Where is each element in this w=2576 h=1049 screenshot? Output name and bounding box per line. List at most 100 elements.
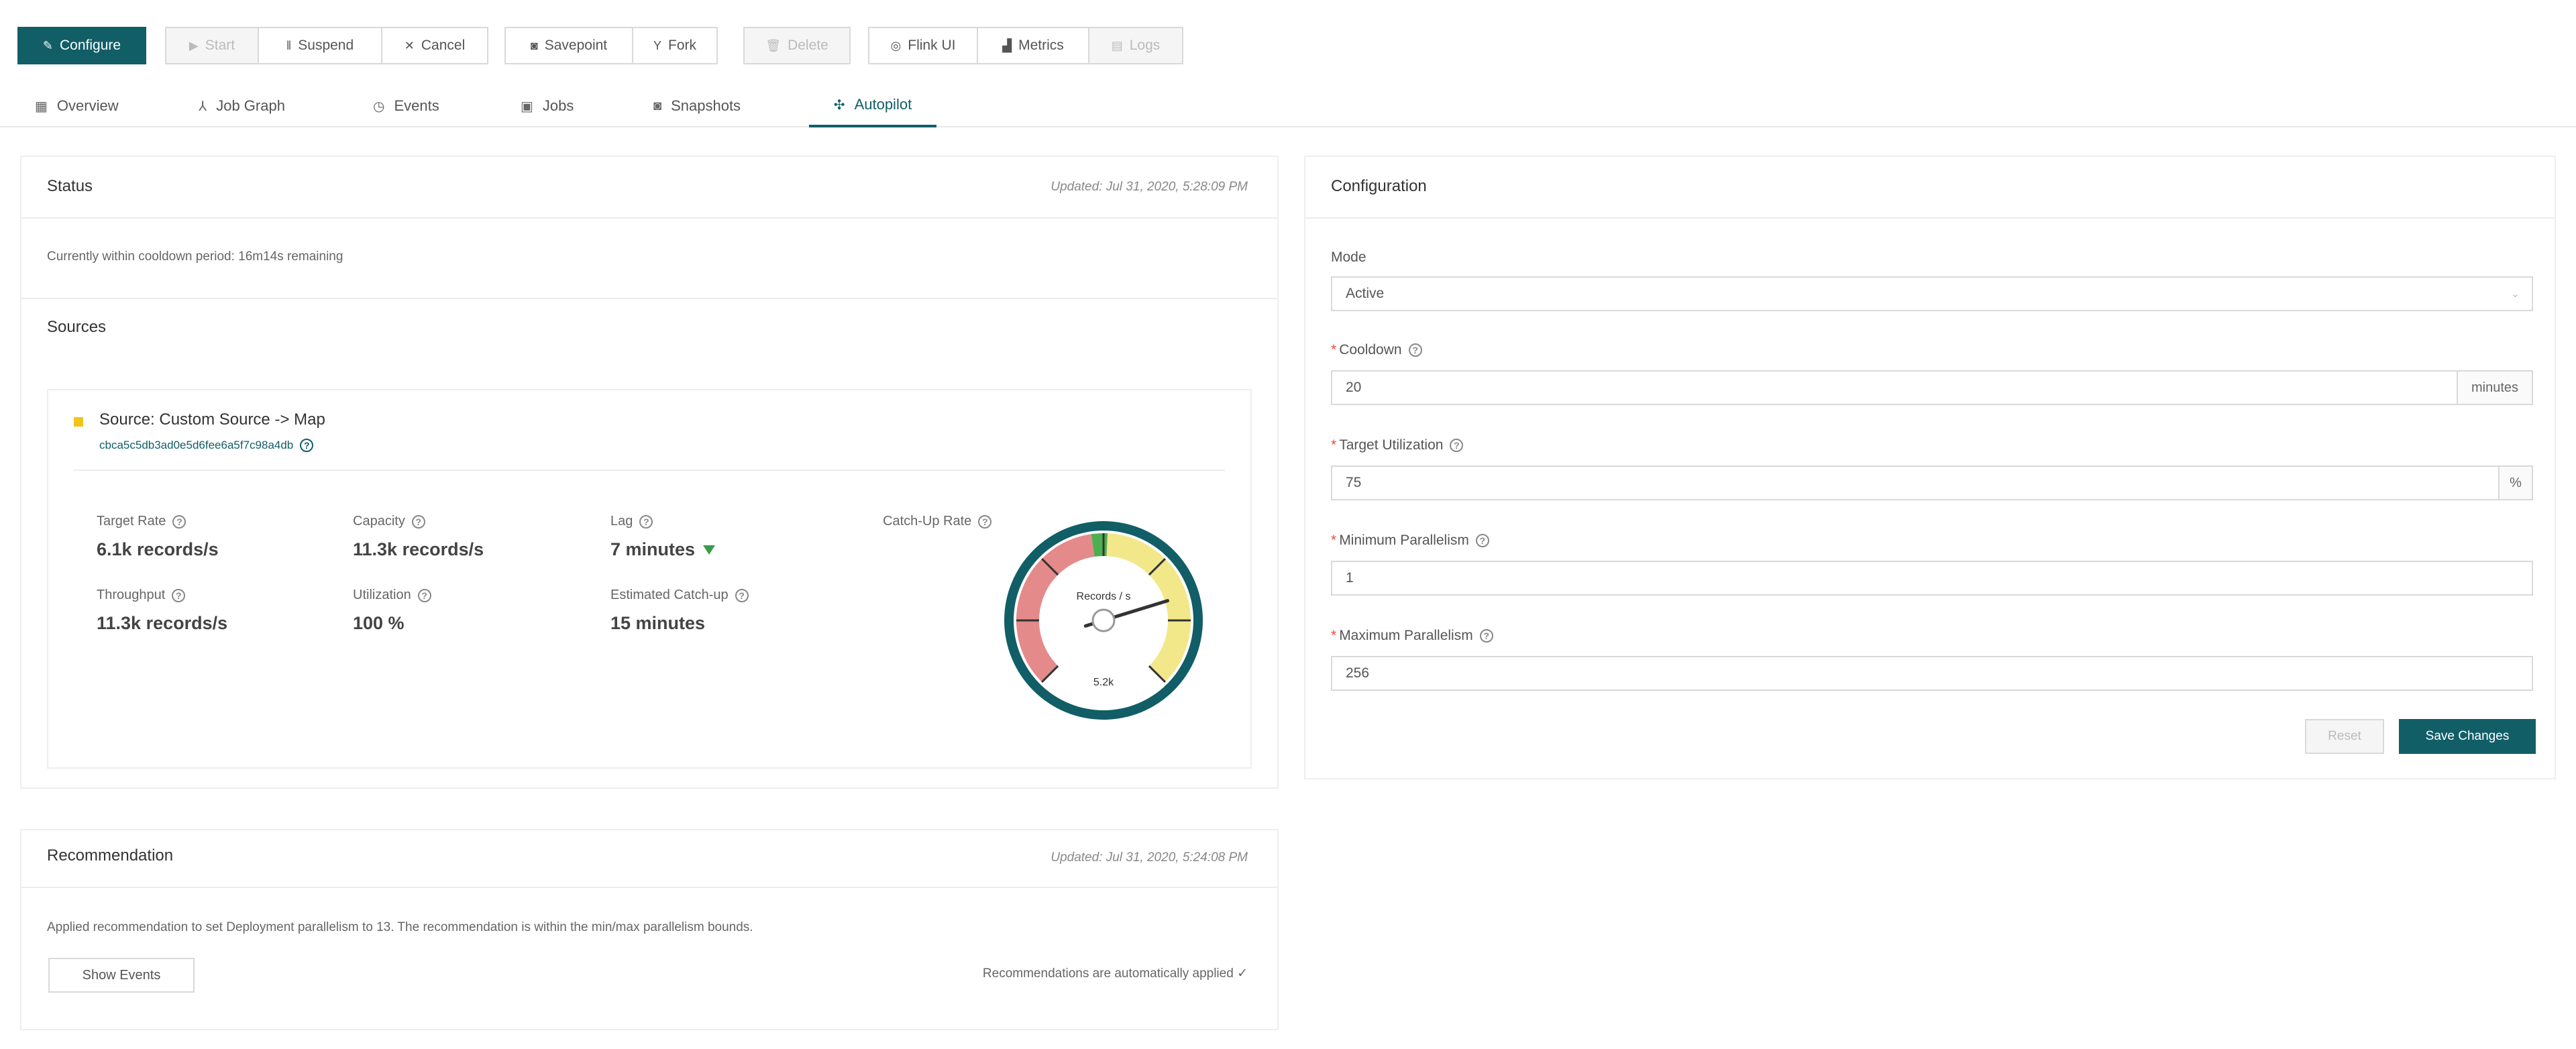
- globe-icon: ◎: [890, 39, 902, 52]
- help-icon[interactable]: ?: [417, 588, 431, 602]
- configure-button[interactable]: ✎ Configure: [17, 27, 146, 64]
- file-icon: ▤: [1111, 39, 1123, 52]
- utilization-label: Utilization?: [353, 588, 431, 603]
- cooldown-unit: minutes: [2457, 370, 2533, 405]
- save-changes-button[interactable]: Save Changes: [2399, 719, 2536, 754]
- source-status-dot: [74, 417, 83, 427]
- trend-down-icon: [703, 545, 716, 555]
- source-panel: Source: Custom Source -> Map cbca5c5db3a…: [47, 389, 1252, 769]
- jobs-icon: ▣: [521, 99, 533, 114]
- help-icon[interactable]: ?: [978, 514, 992, 529]
- help-icon[interactable]: ?: [1475, 534, 1489, 547]
- source-id[interactable]: cbca5c5db3ad0e5d6fee6a5f7c98a4db?: [99, 439, 314, 452]
- fork-icon: Y: [653, 39, 661, 52]
- source-name: Source: Custom Source -> Map: [99, 410, 325, 429]
- tab-autopilot[interactable]: ✣ Autopilot: [809, 85, 936, 127]
- target-rate-value: 6.1k records/s: [97, 539, 219, 559]
- delete-button[interactable]: 🗑 Delete: [743, 27, 851, 64]
- divider: [1305, 217, 2555, 219]
- throughput-label: Throughput?: [97, 588, 186, 603]
- configuration-title: Configuration: [1331, 177, 1427, 195]
- status-card: Status Updated: Jul 31, 2020, 5:28:09 PM…: [20, 156, 1279, 789]
- flink-ui-button[interactable]: ◎ Flink UI: [868, 27, 978, 64]
- mode-label: Mode: [1331, 250, 1366, 265]
- gauge-label: Records / s: [1077, 591, 1131, 602]
- target-utilization-label: * Target Utilization ?: [1331, 437, 1464, 453]
- help-icon[interactable]: ?: [1479, 629, 1493, 643]
- recommendation-updated: Updated: Jul 31, 2020, 5:24:08 PM: [1051, 850, 1248, 865]
- cooldown-label: * Cooldown ?: [1331, 342, 1422, 358]
- fork-button[interactable]: Y Fork: [632, 27, 718, 64]
- divider: [21, 887, 1277, 888]
- tab-snapshots[interactable]: ◙ Snapshots: [653, 85, 741, 127]
- gauge-value: 5.2k: [1093, 677, 1114, 688]
- help-icon[interactable]: ?: [1408, 343, 1422, 357]
- tab-bar: ▦ Overview ⅄ Job Graph ◷ Events ▣ Jobs ◙ Snap…: [0, 85, 2576, 127]
- throughput-value: 11.3k records/s: [97, 613, 228, 633]
- graph-icon: ⅄: [199, 99, 207, 114]
- help-icon[interactable]: ?: [735, 588, 749, 602]
- divider: [21, 217, 1277, 219]
- chart-icon: ▟: [1002, 39, 1012, 52]
- min-parallelism-input[interactable]: 1: [1331, 561, 2533, 596]
- camera-icon: ◙: [530, 39, 538, 52]
- sources-title: Sources: [47, 318, 107, 336]
- lag-value: 7 minutes: [610, 539, 716, 560]
- trash-icon: 🗑: [765, 39, 782, 52]
- help-icon[interactable]: ?: [172, 514, 186, 529]
- max-parallelism-input[interactable]: 256: [1331, 656, 2533, 691]
- configuration-card: Configuration Mode Active ⌄ * Cooldown ? …: [1304, 156, 2556, 779]
- status-updated: Updated: Jul 31, 2020, 5:28:09 PM: [1051, 180, 1248, 194]
- suspend-button[interactable]: ‖ Suspend: [258, 27, 382, 64]
- capacity-label: Capacity?: [353, 514, 425, 529]
- gauge-hub: [1091, 608, 1116, 632]
- est-catchup-value: 15 minutes: [610, 613, 706, 633]
- logs-button[interactable]: ▤ Logs: [1088, 27, 1183, 64]
- play-icon: ▶: [189, 39, 199, 52]
- help-icon[interactable]: ?: [1450, 439, 1464, 452]
- catchup-rate-label: Catch-Up Rate?: [883, 514, 992, 529]
- clock-icon: ◷: [373, 99, 385, 114]
- recommendation-title: Recommendation: [47, 846, 174, 865]
- target-utilization-unit: %: [2498, 465, 2533, 500]
- recommendation-text: Applied recommendation to set Deployment…: [47, 920, 753, 934]
- tab-job-graph[interactable]: ⅄ Job Graph: [199, 85, 285, 127]
- chevron-down-icon: ⌄: [2510, 288, 2520, 300]
- tab-overview[interactable]: ▦ Overview: [35, 85, 119, 127]
- max-parallelism-label: * Maximum Parallelism ?: [1331, 628, 1493, 644]
- help-icon[interactable]: ?: [411, 514, 425, 529]
- reset-button[interactable]: Reset: [2305, 719, 2384, 754]
- cooldown-text: Currently within cooldown period: 16m14s…: [47, 250, 343, 264]
- target-utilization-input[interactable]: 75: [1331, 465, 2500, 500]
- tab-jobs[interactable]: ▣ Jobs: [521, 85, 574, 127]
- divider: [74, 470, 1225, 471]
- status-title: Status: [47, 177, 93, 195]
- savepoint-button[interactable]: ◙ Savepoint: [504, 27, 633, 64]
- pause-icon: ‖: [286, 39, 292, 52]
- catchup-rate-gauge: Records / s 5.2k: [1004, 521, 1203, 720]
- help-icon: ?: [300, 439, 314, 452]
- min-parallelism-label: * Minimum Parallelism ?: [1331, 533, 1489, 549]
- mode-select[interactable]: Active ⌄: [1331, 276, 2533, 311]
- show-events-button[interactable]: Show Events: [48, 958, 195, 993]
- start-button[interactable]: ▶ Start: [165, 27, 259, 64]
- overview-icon: ▦: [35, 99, 48, 114]
- lag-label: Lag?: [610, 514, 653, 529]
- tab-events[interactable]: ◷ Events: [373, 85, 439, 127]
- capacity-value: 11.3k records/s: [353, 539, 484, 559]
- target-rate-label: Target Rate?: [97, 514, 186, 529]
- edit-icon: ✎: [42, 39, 54, 52]
- divider: [21, 298, 1277, 299]
- help-icon[interactable]: ?: [172, 588, 186, 602]
- metrics-button[interactable]: ▟ Metrics: [977, 27, 1089, 64]
- utilization-value: 100 %: [353, 613, 405, 633]
- cancel-button[interactable]: ✕ Cancel: [381, 27, 488, 64]
- cooldown-input[interactable]: 20: [1331, 370, 2458, 405]
- close-icon: ✕: [404, 39, 415, 52]
- recommendation-card: Recommendation Updated: Jul 31, 2020, 5:…: [20, 829, 1279, 1030]
- est-catchup-label: Estimated Catch-up?: [610, 588, 749, 603]
- autopilot-icon: ✣: [833, 97, 845, 113]
- camera-icon: ◙: [653, 98, 662, 113]
- help-icon[interactable]: ?: [639, 514, 653, 529]
- auto-applied-note: Recommendations are automatically applie…: [982, 967, 1248, 981]
